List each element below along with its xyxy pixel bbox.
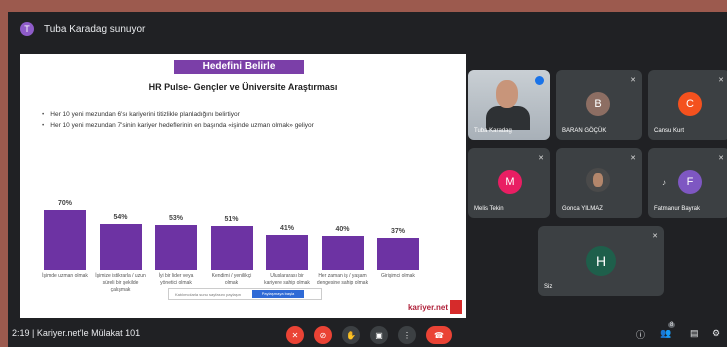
bar-chart: 70% İşimde uzman olmak 54% İşimize istikrar… <box>42 152 452 293</box>
participant-count-badge: 8 <box>668 322 676 328</box>
bar <box>266 234 308 270</box>
bar-category-label: Girişimci olmak <box>381 273 415 279</box>
person-photo <box>593 173 603 187</box>
avatar: B <box>586 92 610 116</box>
mic-muted-icon: ✕ <box>652 233 658 240</box>
info-icon[interactable]: ⓘ <box>636 328 645 341</box>
person-face <box>496 80 518 108</box>
activities-icon[interactable]: ⚙ <box>712 328 720 339</box>
bar-value-label: 51% <box>224 216 239 224</box>
leave-call-button[interactable]: ☎ <box>426 326 452 344</box>
bullet-item: Her 10 yeni mezundan 6'sı kariyerini tit… <box>42 109 314 120</box>
bar-category-label: Her zaman iş / yaşam dengesine sahip olm… <box>316 273 369 286</box>
participant-name: BARAN GÖÇÜK <box>562 128 607 134</box>
camera-off-button[interactable]: ⊘ <box>314 326 332 344</box>
bar-value-label: 53% <box>168 214 183 222</box>
mic-muted-icon: ✕ <box>630 155 636 162</box>
speaking-indicator-icon <box>535 76 544 85</box>
bullet-item: Her 10 yeni mezundan 7'sinin kariyer hed… <box>42 120 314 131</box>
brand-logo: kariyer.net <box>407 303 448 312</box>
avatar-photo <box>586 168 610 192</box>
bar-value-label: 70% <box>57 200 72 207</box>
bell-icon: ♪ <box>662 178 666 187</box>
avatar: M <box>498 170 522 194</box>
presenter-bar: T Tuba Karadag sunuyor <box>8 12 727 46</box>
bar <box>44 210 86 270</box>
presenter-avatar: T <box>20 22 34 36</box>
bar-category-label: İyi bir lider veya yönetici olmak <box>158 273 194 286</box>
participant-name: Gonca YILMAZ <box>562 206 603 212</box>
chat-icon[interactable]: ▤ <box>690 328 699 339</box>
bar-category-label: İşimize istikrarla / uzun süreli bir şek… <box>95 273 146 293</box>
mic-muted-icon: ✕ <box>538 155 544 162</box>
participant-tile[interactable]: ♪ F ✕ Fatmanur Bayrak <box>648 148 727 218</box>
present-button[interactable]: ▣ <box>370 326 388 344</box>
people-icon[interactable]: 👥 <box>660 328 671 339</box>
meet-window: T Tuba Karadag sunuyor Hedefini Belirle … <box>8 12 727 347</box>
bar-value-label: 41% <box>279 224 294 232</box>
brand-badge-icon <box>450 300 462 314</box>
bar-category-label: Uluslararası bir kariyere sahip olmak <box>264 273 310 286</box>
mic-muted-icon: ✕ <box>718 155 724 162</box>
avatar: H <box>586 246 616 276</box>
bar-value-label: 37% <box>390 228 405 236</box>
slide-bullets: Her 10 yeni mezundan 6'sı kariyerini tit… <box>42 109 314 131</box>
bar <box>210 226 253 270</box>
participant-tile[interactable]: B ✕ BARAN GÖÇÜK <box>556 70 642 140</box>
participant-name: Cansu Kurt <box>654 128 685 134</box>
bottom-toolbar: 2:19 | Kariyer.net'le Mülakat 101 ✕ ⊘ ✋ … <box>8 318 727 347</box>
bar <box>377 238 419 270</box>
meeting-info: 2:19 | Kariyer.net'le Mülakat 101 <box>12 327 141 338</box>
bar-value-label: 54% <box>113 213 128 221</box>
participant-tile[interactable]: ✕ Gonca YILMAZ <box>556 148 642 218</box>
participant-name: Melis Tekin <box>474 206 504 212</box>
slide-subtitle: HR Pulse- Gençler ve Üniversite Araştırm… <box>148 82 338 92</box>
participant-tile-video[interactable]: Tuba Karadag <box>468 70 550 140</box>
bar-value-label: 40% <box>335 225 350 233</box>
bar <box>321 235 364 270</box>
mic-muted-icon: ✕ <box>718 77 724 84</box>
participant-tile[interactable]: M ✕ Melis Tekin <box>468 148 550 218</box>
participant-name: Fatmanur Bayrak <box>654 206 701 212</box>
mic-muted-icon: ✕ <box>630 77 636 84</box>
participant-name: Siz <box>544 284 553 290</box>
presenter-label: Tuba Karadag sunuyor <box>44 23 146 35</box>
shared-slide: Hedefini Belirle HR Pulse- Gençler ve Ün… <box>20 54 466 318</box>
bar-category-label: İşimde uzman olmak <box>42 273 88 279</box>
bar <box>99 223 142 270</box>
mic-off-button[interactable]: ✕ <box>286 326 304 344</box>
bar-category-label: Kendimi / yenilikçi olmak <box>211 273 252 286</box>
share-button[interactable]: Paylaşmaya başla <box>252 290 304 298</box>
participant-tile[interactable]: C ✕ Cansu Kurt <box>648 70 727 140</box>
slide-title: Hedefini Belirle <box>174 60 304 74</box>
more-options-button[interactable]: ⋮ <box>398 326 416 344</box>
raise-hand-button[interactable]: ✋ <box>342 326 360 344</box>
self-tile[interactable]: H ✕ Siz <box>538 226 664 296</box>
bar <box>155 224 197 270</box>
participant-name: Tuba Karadag <box>474 128 512 134</box>
avatar: F <box>678 170 702 194</box>
avatar: C <box>678 92 702 116</box>
person-shirt <box>486 106 530 130</box>
